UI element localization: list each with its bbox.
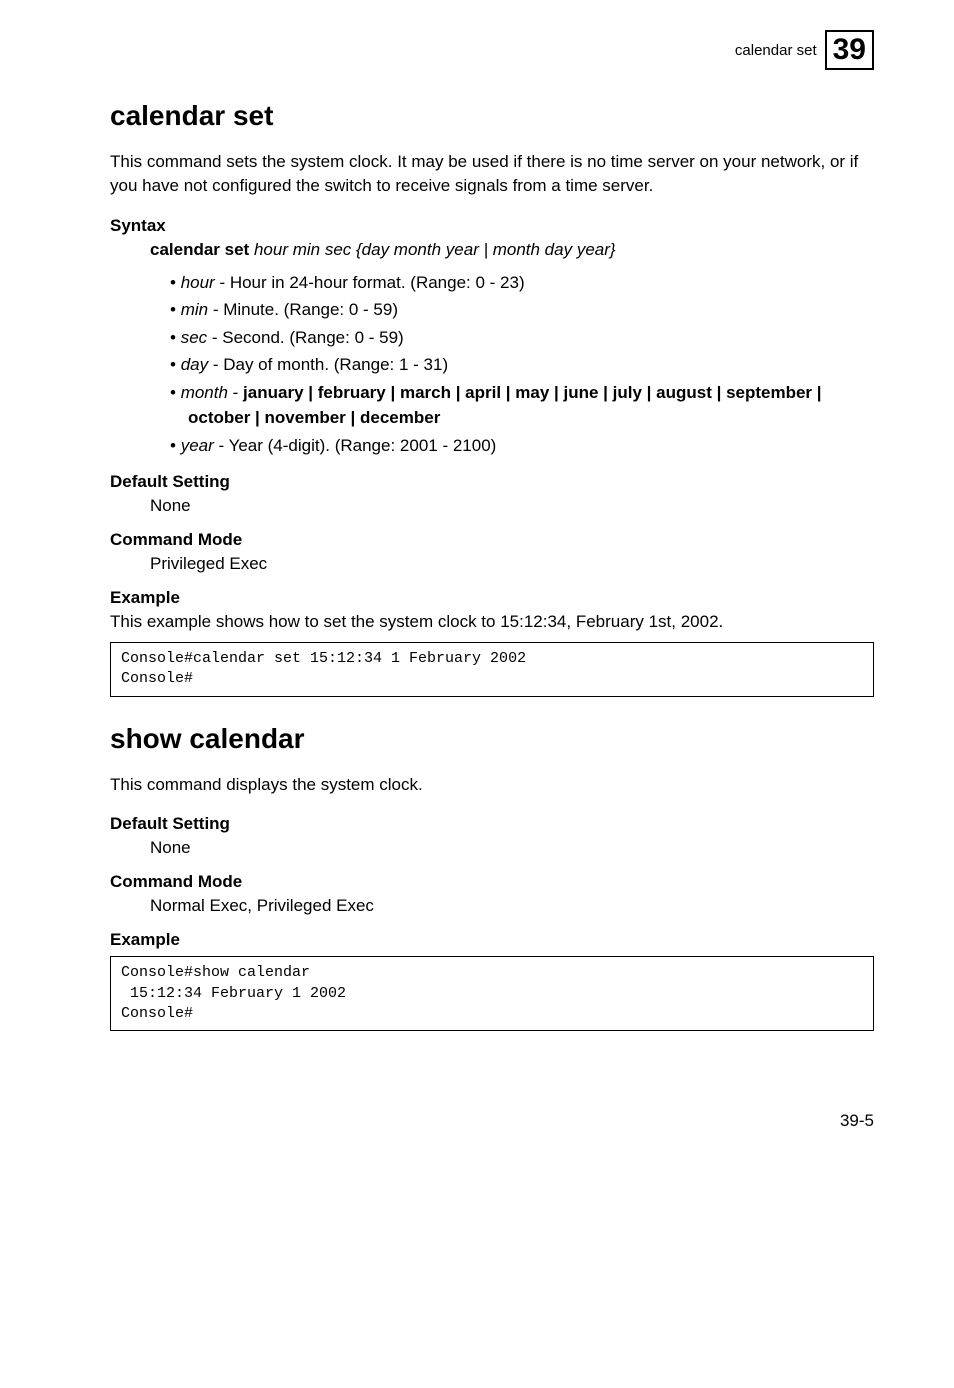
page-header: calendar set 39: [110, 30, 874, 70]
param-name: sec: [181, 328, 207, 347]
syntax-heading: Syntax: [110, 216, 874, 236]
param-hour: hour - Hour in 24-hour format. (Range: 0…: [170, 270, 874, 296]
section-title-calendar-set: calendar set: [110, 100, 874, 132]
param-desc: - Day of month. (Range: 1 - 31): [208, 355, 448, 374]
default-setting-value: None: [150, 496, 874, 516]
syntax-line: calendar set hour min sec {day month yea…: [150, 240, 874, 260]
param-min: min - Minute. (Range: 0 - 59): [170, 297, 874, 323]
command-mode-value: Privileged Exec: [150, 554, 874, 574]
example-heading: Example: [110, 930, 874, 950]
param-month: month - january | february | march | apr…: [170, 380, 874, 431]
param-sec: sec - Second. (Range: 0 - 59): [170, 325, 874, 351]
syntax-args: hour min sec {day month year | month day…: [249, 240, 615, 259]
param-desc: - Minute. (Range: 0 - 59): [208, 300, 398, 319]
param-name: year: [181, 436, 214, 455]
section-title-show-calendar: show calendar: [110, 723, 874, 755]
default-setting-value: None: [150, 838, 874, 858]
example-description: This example shows how to set the system…: [110, 612, 874, 632]
param-name: month: [181, 383, 228, 402]
command-mode-value: Normal Exec, Privileged Exec: [150, 896, 874, 916]
param-desc: - Second. (Range: 0 - 59): [207, 328, 404, 347]
chapter-number-badge: 39: [825, 30, 874, 70]
param-name: min: [181, 300, 208, 319]
command-mode-heading: Command Mode: [110, 530, 874, 550]
param-desc-sep: -: [228, 383, 243, 402]
page-number: 39-5: [110, 1111, 874, 1131]
param-day: day - Day of month. (Range: 1 - 31): [170, 352, 874, 378]
param-name: hour: [181, 273, 215, 292]
intro-paragraph: This command sets the system clock. It m…: [110, 150, 874, 198]
param-desc: - Year (4-digit). (Range: 2001 - 2100): [214, 436, 497, 455]
param-year: year - Year (4-digit). (Range: 2001 - 21…: [170, 433, 874, 459]
param-desc: - Hour in 24-hour format. (Range: 0 - 23…: [215, 273, 525, 292]
param-name: day: [181, 355, 208, 374]
breadcrumb: calendar set: [735, 42, 817, 59]
intro-paragraph: This command displays the system clock.: [110, 773, 874, 797]
default-setting-heading: Default Setting: [110, 472, 874, 492]
example-code-block: Console#show calendar 15:12:34 February …: [110, 956, 874, 1031]
syntax-command: calendar set: [150, 240, 249, 259]
example-code-block: Console#calendar set 15:12:34 1 February…: [110, 642, 874, 697]
default-setting-heading: Default Setting: [110, 814, 874, 834]
example-heading: Example: [110, 588, 874, 608]
param-options: january | february | march | april | may…: [188, 383, 822, 428]
command-mode-heading: Command Mode: [110, 872, 874, 892]
param-list: hour - Hour in 24-hour format. (Range: 0…: [170, 270, 874, 459]
